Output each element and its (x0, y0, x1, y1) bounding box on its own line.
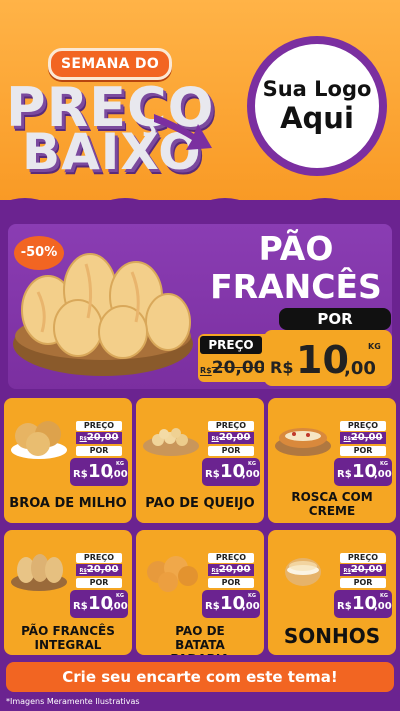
hero-price-int: 10 (296, 338, 349, 382)
por-label: POR (208, 578, 254, 588)
por-label: POR (340, 578, 386, 588)
old-price: R$20,00 (208, 432, 254, 444)
price-cents: ,00 (110, 469, 128, 480)
logo-text-line2: Aqui (280, 101, 354, 135)
discount-badge: -50% (14, 236, 64, 270)
por-label: POR (76, 446, 122, 456)
preco-label: PREÇO (340, 553, 386, 563)
product-name: PAO DE BATATA PADARIA (170, 624, 229, 655)
price-box: R$ 10 ,00 KG (334, 590, 392, 618)
unit: KG (248, 461, 256, 467)
unit: KG (380, 593, 388, 599)
hero-unit: KG (368, 342, 381, 351)
currency: R$ (73, 469, 88, 480)
por-label: POR (76, 578, 122, 588)
hero-old-price: R$20,00 (200, 358, 266, 378)
sonhos-image (285, 558, 321, 586)
unit: KG (380, 461, 388, 467)
price-box: R$ 10 ,00 KG (70, 458, 128, 486)
currency: R$ (205, 601, 220, 612)
hero-currency: R$ (270, 358, 294, 377)
pao-batata-image (147, 556, 198, 592)
preco-label: PREÇO (340, 421, 386, 431)
product-card-broa[interactable]: PREÇO R$20,00 POR R$ 10 ,00 KG BROA DE M… (4, 398, 132, 523)
price-cents: ,00 (110, 601, 128, 612)
logo-placeholder[interactable]: Sua Logo Aqui (247, 36, 387, 176)
price-box: R$ 10 ,00 KG (202, 458, 260, 486)
preco-label: PREÇO (208, 421, 254, 431)
logo-text-line1: Sua Logo (262, 77, 372, 101)
unit: KG (116, 593, 124, 599)
hero-price-cents: ,00 (344, 358, 376, 379)
hero-por-label: POR (279, 308, 391, 330)
footer-note: *Imagens Meramente Ilustrativas (6, 697, 140, 706)
price-cents: ,00 (374, 601, 392, 612)
header: SEMANA DO PREÇO BAIXO Sua Logo Aqui (0, 0, 400, 215)
broa-image (11, 421, 67, 459)
hero-title-line2: FRANCÊS (210, 267, 382, 306)
currency: R$ (205, 469, 220, 480)
currency: R$ (73, 601, 88, 612)
price-box: R$ 10 ,00 KG (202, 590, 260, 618)
flyer-page: SEMANA DO PREÇO BAIXO Sua Logo Aqui -50% (0, 0, 400, 711)
price-box: R$ 10 ,00 KG (334, 458, 392, 486)
cta-button[interactable]: Crie seu encarte com este tema! (6, 662, 394, 692)
currency: R$ (337, 469, 352, 480)
unit: KG (116, 461, 124, 467)
product-name: BROA DE MILHO (9, 496, 127, 511)
hero-title-line1: PÃO (258, 229, 334, 268)
old-price: R$20,00 (340, 564, 386, 576)
hero-preco-label: PREÇO (200, 336, 262, 354)
old-price: R$20,00 (340, 432, 386, 444)
product-name: ROSCA COM CREME (291, 490, 373, 518)
old-price: R$20,00 (76, 564, 122, 576)
price-cents: ,00 (374, 469, 392, 480)
product-card-pao-batata[interactable]: PREÇO R$20,00 POR R$ 10 ,00 KG PAO DE BA… (136, 530, 264, 655)
old-price: R$20,00 (76, 432, 122, 444)
product-name: PAO DE QUEIJO (145, 496, 255, 511)
old-price: R$20,00 (208, 564, 254, 576)
pao-queijo-image (143, 428, 199, 456)
price-cents: ,00 (242, 601, 260, 612)
product-card-pao-integral[interactable]: PREÇO R$20,00 POR R$ 10 ,00 KG PÃO FRANC… (4, 530, 132, 655)
product-name: PÃO FRANCÊS INTEGRAL (21, 624, 115, 652)
product-card-rosca[interactable]: PREÇO R$20,00 POR R$ 10 ,00 KG ROSCA COM… (268, 398, 396, 523)
product-card-sonhos[interactable]: PREÇO R$20,00 POR R$ 10 ,00 KG SONHOS (268, 530, 396, 655)
pao-integral-image (11, 554, 67, 591)
preco-label: PREÇO (208, 553, 254, 563)
currency: R$ (337, 601, 352, 612)
por-label: POR (340, 446, 386, 456)
price-cents: ,00 (242, 469, 260, 480)
down-arrow-icon (154, 114, 212, 150)
product-name: SONHOS (283, 624, 381, 648)
preco-label: PREÇO (76, 553, 122, 563)
rosca-image (275, 428, 331, 456)
price-box: R$ 10 ,00 KG (70, 590, 128, 618)
unit: KG (248, 593, 256, 599)
product-card-pao-queijo[interactable]: PREÇO R$20,00 POR R$ 10 ,00 KG PAO DE QU… (136, 398, 264, 523)
preco-label: PREÇO (76, 421, 122, 431)
por-label: POR (208, 446, 254, 456)
